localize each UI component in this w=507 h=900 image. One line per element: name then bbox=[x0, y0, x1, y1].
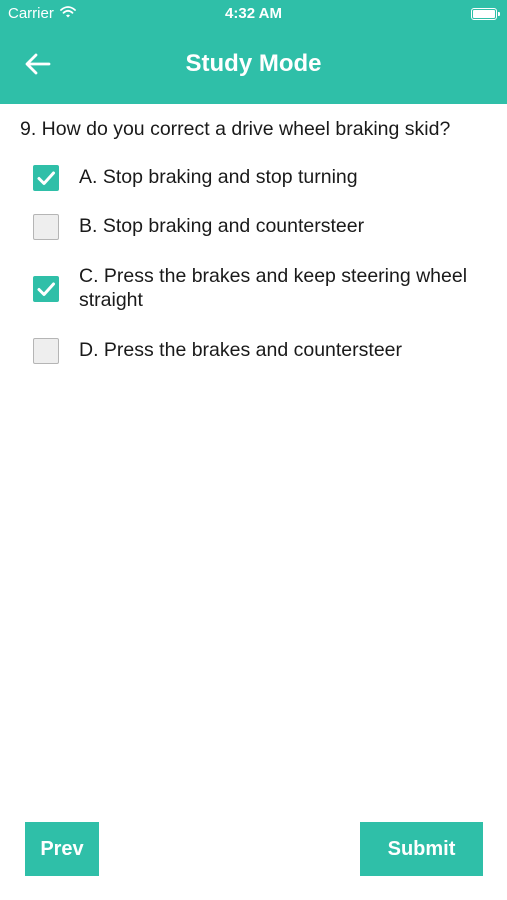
option-d-label: D. Press the brakes and countersteer bbox=[79, 339, 402, 361]
checkbox-a[interactable] bbox=[33, 165, 59, 191]
checkmark-icon bbox=[37, 171, 55, 185]
option-a[interactable]: A. Stop braking and stop turning bbox=[33, 165, 469, 191]
option-b-label: B. Stop braking and countersteer bbox=[79, 215, 365, 237]
checkbox-c[interactable] bbox=[33, 276, 59, 302]
status-time: 4:32 AM bbox=[225, 5, 282, 22]
checkbox-d[interactable] bbox=[33, 338, 59, 364]
option-b[interactable]: B. Stop braking and countersteer bbox=[33, 214, 469, 240]
status-bar: Carrier 4:32 AM bbox=[0, 0, 507, 28]
nav-bar: Study Mode bbox=[0, 28, 507, 104]
battery-icon bbox=[471, 8, 500, 20]
checkmark-icon bbox=[37, 282, 55, 296]
option-c-label: C. Press the brakes and keep steering wh… bbox=[79, 265, 468, 311]
page-title: Study Mode bbox=[185, 50, 322, 77]
submit-button[interactable]: Submit bbox=[360, 822, 483, 876]
option-c[interactable]: C. Press the brakes and keep steering wh… bbox=[33, 264, 469, 312]
option-a-label: A. Stop braking and stop turning bbox=[79, 166, 358, 188]
header: Carrier 4:32 AM Study Mode bbox=[0, 0, 507, 104]
option-d[interactable]: D. Press the brakes and countersteer bbox=[33, 338, 469, 364]
checkbox-b[interactable] bbox=[33, 214, 59, 240]
question-text: 9. How do you correct a drive wheel brak… bbox=[20, 118, 451, 140]
battery-fill bbox=[473, 10, 495, 18]
prev-button[interactable]: Prev bbox=[25, 822, 99, 876]
